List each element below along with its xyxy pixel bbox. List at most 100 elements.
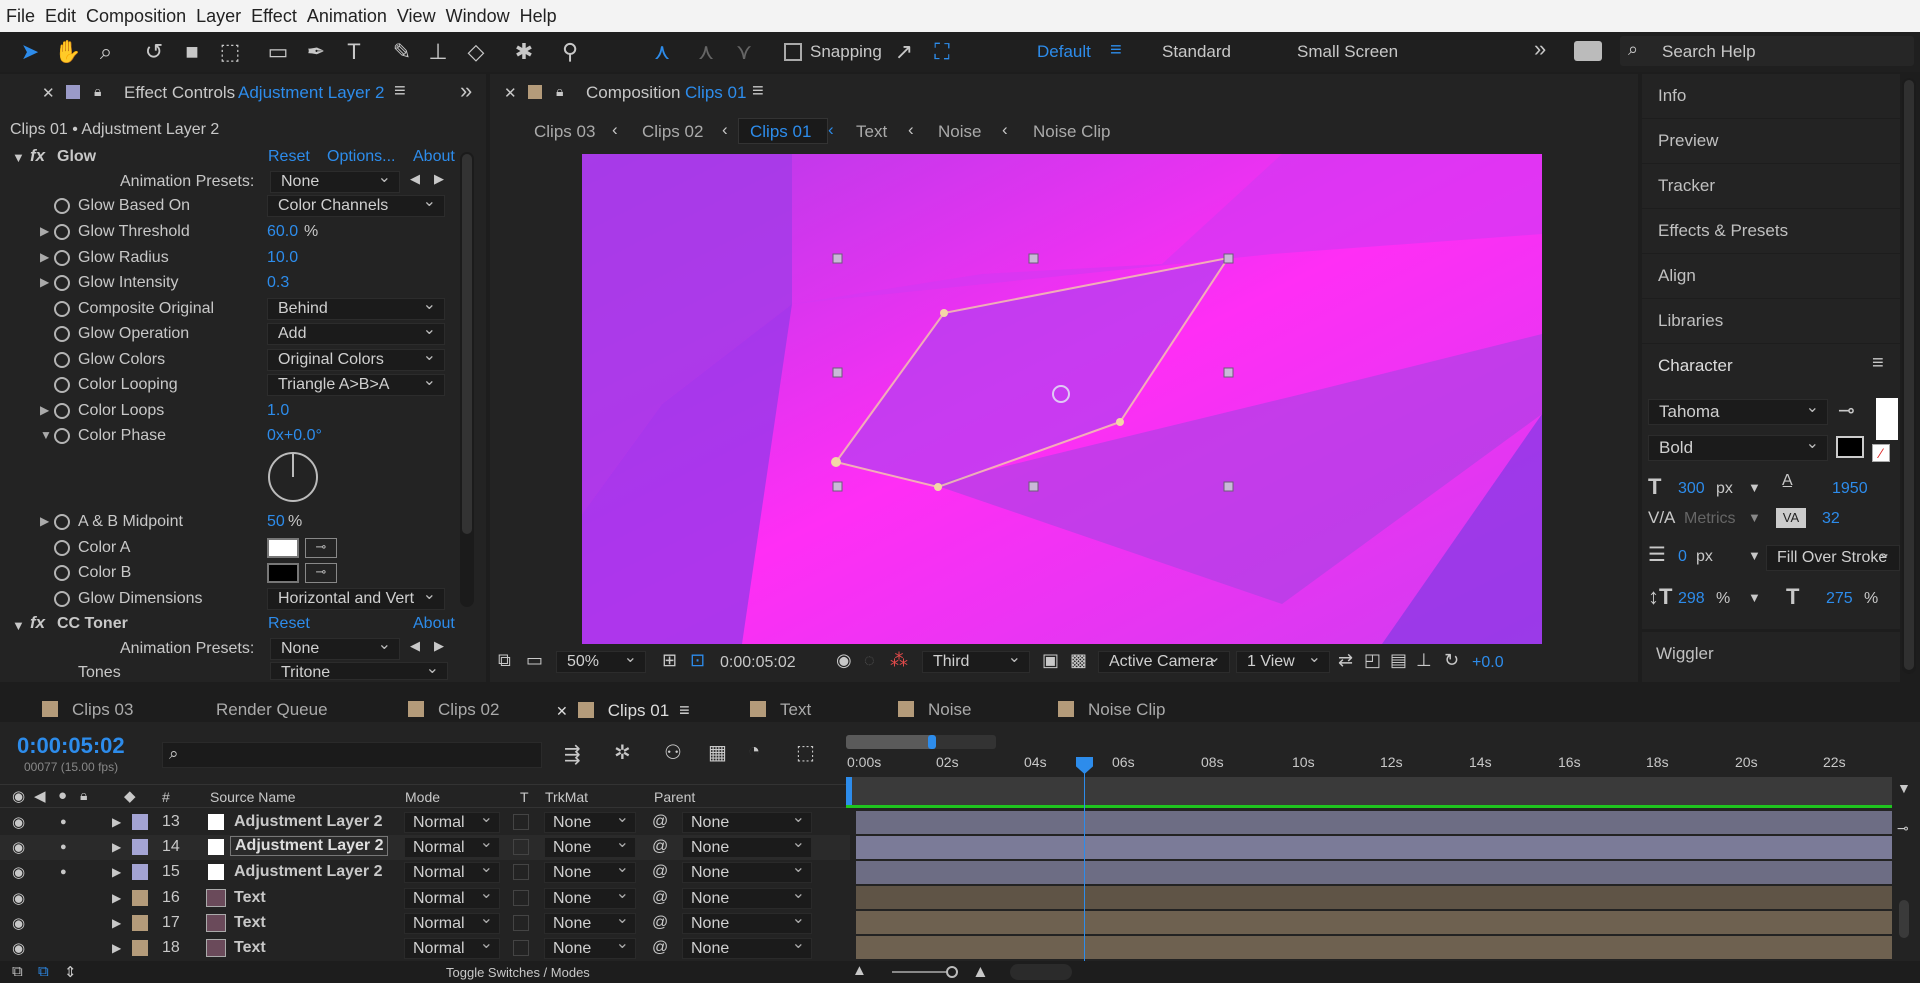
search-help-input[interactable]: Search Help [1662,42,1756,62]
composition-viewer[interactable] [582,154,1542,644]
stroke-color-swatch[interactable] [1836,436,1864,458]
solo-dot-icon[interactable]: ● [60,816,67,828]
pick-whip-icon[interactable]: @ [652,939,668,957]
workspace-overflow-icon[interactable]: » [1534,36,1546,62]
transfer-controls-icon[interactable]: ⧉ [38,963,49,980]
navigator-range[interactable] [846,735,932,749]
layer-name[interactable]: Adjustment Layer 2 [230,836,389,856]
transparency-grid-icon[interactable]: ⊡ [690,650,705,671]
expand-arrow-icon[interactable]: ▶ [40,275,49,289]
work-area-navigator[interactable] [846,735,996,749]
color-loops-value[interactable]: 1.0 [267,402,289,420]
expand-arrow-icon[interactable]: ▶ [112,916,121,930]
world-axis-icon[interactable]: ⋏ [692,38,720,66]
toggle-transparency-icon[interactable]: ▩ [1070,650,1087,671]
eye-icon[interactable]: ◉ [12,813,25,831]
exposure-value[interactable]: +0.0 [1472,654,1504,672]
effect-controls-scrollbar[interactable] [460,152,474,607]
color-looping-dropdown[interactable]: Triangle A>B>A [267,371,445,396]
menu-composition[interactable]: Composition [86,6,186,27]
toggle-view-icon[interactable]: ⇄ [1338,650,1353,671]
solo-dot-icon[interactable]: ● [60,866,67,878]
zoom-in-icon[interactable]: ▲ [972,962,989,982]
flowchart-icon[interactable]: ⊥ [1416,650,1432,671]
search-help-box[interactable]: ⌕ Search Help [1620,36,1914,66]
fast-previews-icon[interactable]: ▣ [1042,650,1059,671]
comp-marker-bin-icon[interactable]: ⊸ [1897,820,1909,837]
stopwatch-icon[interactable] [54,403,70,419]
menu-layer[interactable]: Layer [196,6,241,27]
preserve-transparency-checkbox[interactable] [513,814,529,830]
glow-reset-button[interactable]: Reset [268,148,310,166]
vertical-scale-value[interactable]: 298 [1678,590,1705,608]
blend-mode-dropdown[interactable]: Normal [404,833,500,858]
workspace-standard[interactable]: Standard [1162,42,1231,62]
flow-noise[interactable]: Noise [938,122,981,142]
next-preset-icon[interactable]: ▶ [434,638,444,654]
preserve-transparency-checkbox[interactable] [513,940,529,956]
trkmat-dropdown[interactable]: None [544,934,636,959]
trkmat-dropdown[interactable]: None [544,884,636,909]
close-tab-icon[interactable]: ✕ [556,703,568,719]
expand-arrow-icon[interactable]: ▶ [112,815,121,829]
column-trkmat[interactable]: TrkMat [545,789,588,805]
preserve-transparency-checkbox[interactable] [513,864,529,880]
menu-help[interactable]: Help [520,6,557,27]
parent-dropdown[interactable]: None [682,858,812,883]
composition-tab-name[interactable]: Clips 01 [685,83,746,103]
fill-color-swatch[interactable] [1876,398,1898,440]
glow-about-button[interactable]: About [413,148,455,166]
collapse-arrow-icon[interactable]: ▼ [40,428,52,442]
timeline-icon[interactable]: ▤ [1390,650,1407,671]
eye-icon[interactable]: ◉ [12,889,25,907]
label-color-swatch[interactable] [132,814,148,830]
always-preview-icon[interactable]: ⧉ [498,650,511,671]
monitor-icon[interactable]: ▭ [526,650,543,671]
label-color-swatch[interactable] [132,890,148,906]
camera-tool-icon[interactable]: ■ [178,38,206,66]
glow-options-button[interactable]: Options... [327,148,395,166]
workspace-menu-icon[interactable]: ≡ [1110,39,1122,62]
column-parent[interactable]: Parent [654,789,695,805]
no-stroke-icon[interactable]: ⁄ [1872,444,1890,462]
stopwatch-icon[interactable] [54,428,70,444]
label-color-swatch[interactable] [132,940,148,956]
shy-layers-icon[interactable]: ⚇ [664,740,682,765]
pick-whip-icon[interactable]: @ [652,889,668,907]
trkmat-dropdown[interactable]: None [544,808,636,833]
pen-tool-icon[interactable]: ✒ [302,38,330,66]
pan-behind-tool-icon[interactable]: ⬚ [216,38,244,66]
layer-name[interactable]: Text [234,939,266,957]
stopwatch-icon[interactable] [54,352,70,368]
color-phase-value[interactable]: 0x+0.0° [267,427,322,445]
roto-brush-tool-icon[interactable]: ✱ [510,38,538,66]
layer-bar-14[interactable] [856,836,1892,859]
layer-switches-icon[interactable]: ⧉ [12,963,23,980]
sync-settings-icon[interactable] [1574,41,1602,61]
layer-name[interactable]: Text [234,914,266,932]
layer-row-14[interactable]: ◉ ● ▶ 14 Adjustment Layer 2 Normal None … [0,833,850,860]
layer-name[interactable]: Adjustment Layer 2 [234,863,382,881]
timeline-nav-pill[interactable] [1010,964,1072,980]
eyedropper-icon[interactable]: ⊸ [305,538,337,558]
workspace-small-screen[interactable]: Small Screen [1297,42,1398,62]
right-panel-scrollbar[interactable] [1902,78,1916,674]
eye-icon[interactable]: ◉ [12,914,25,932]
draft-3d-icon[interactable]: ✲ [614,740,631,765]
trkmat-dropdown[interactable]: None [544,909,636,934]
playhead-icon[interactable] [1076,757,1093,774]
timeline-tab-render-queue[interactable]: Render Queue [216,700,328,720]
eyedropper-icon[interactable]: ⊸ [1838,398,1855,423]
flow-clips-03[interactable]: Clips 03 [534,122,595,142]
composite-original-dropdown[interactable]: Behind [267,295,445,320]
menu-view[interactable]: View [397,6,436,27]
snapshot-icon[interactable]: ◉ [836,650,852,671]
column-source-name[interactable]: Source Name [210,789,296,805]
layer-search-input[interactable]: ⌕ [162,742,542,768]
3d-renderer-icon[interactable]: ◰ [1364,650,1381,671]
timeline-tab-noise[interactable]: Noise [898,700,971,720]
layer-bar-15[interactable] [856,861,1892,884]
lock-icon[interactable]: 🔒︎ [556,83,563,100]
layer-row-13[interactable]: ◉ ● ▶ 13 Adjustment Layer 2 Normal None … [0,808,850,835]
stroke-mode-dropdown[interactable]: Fill Over Stroke [1766,542,1900,571]
